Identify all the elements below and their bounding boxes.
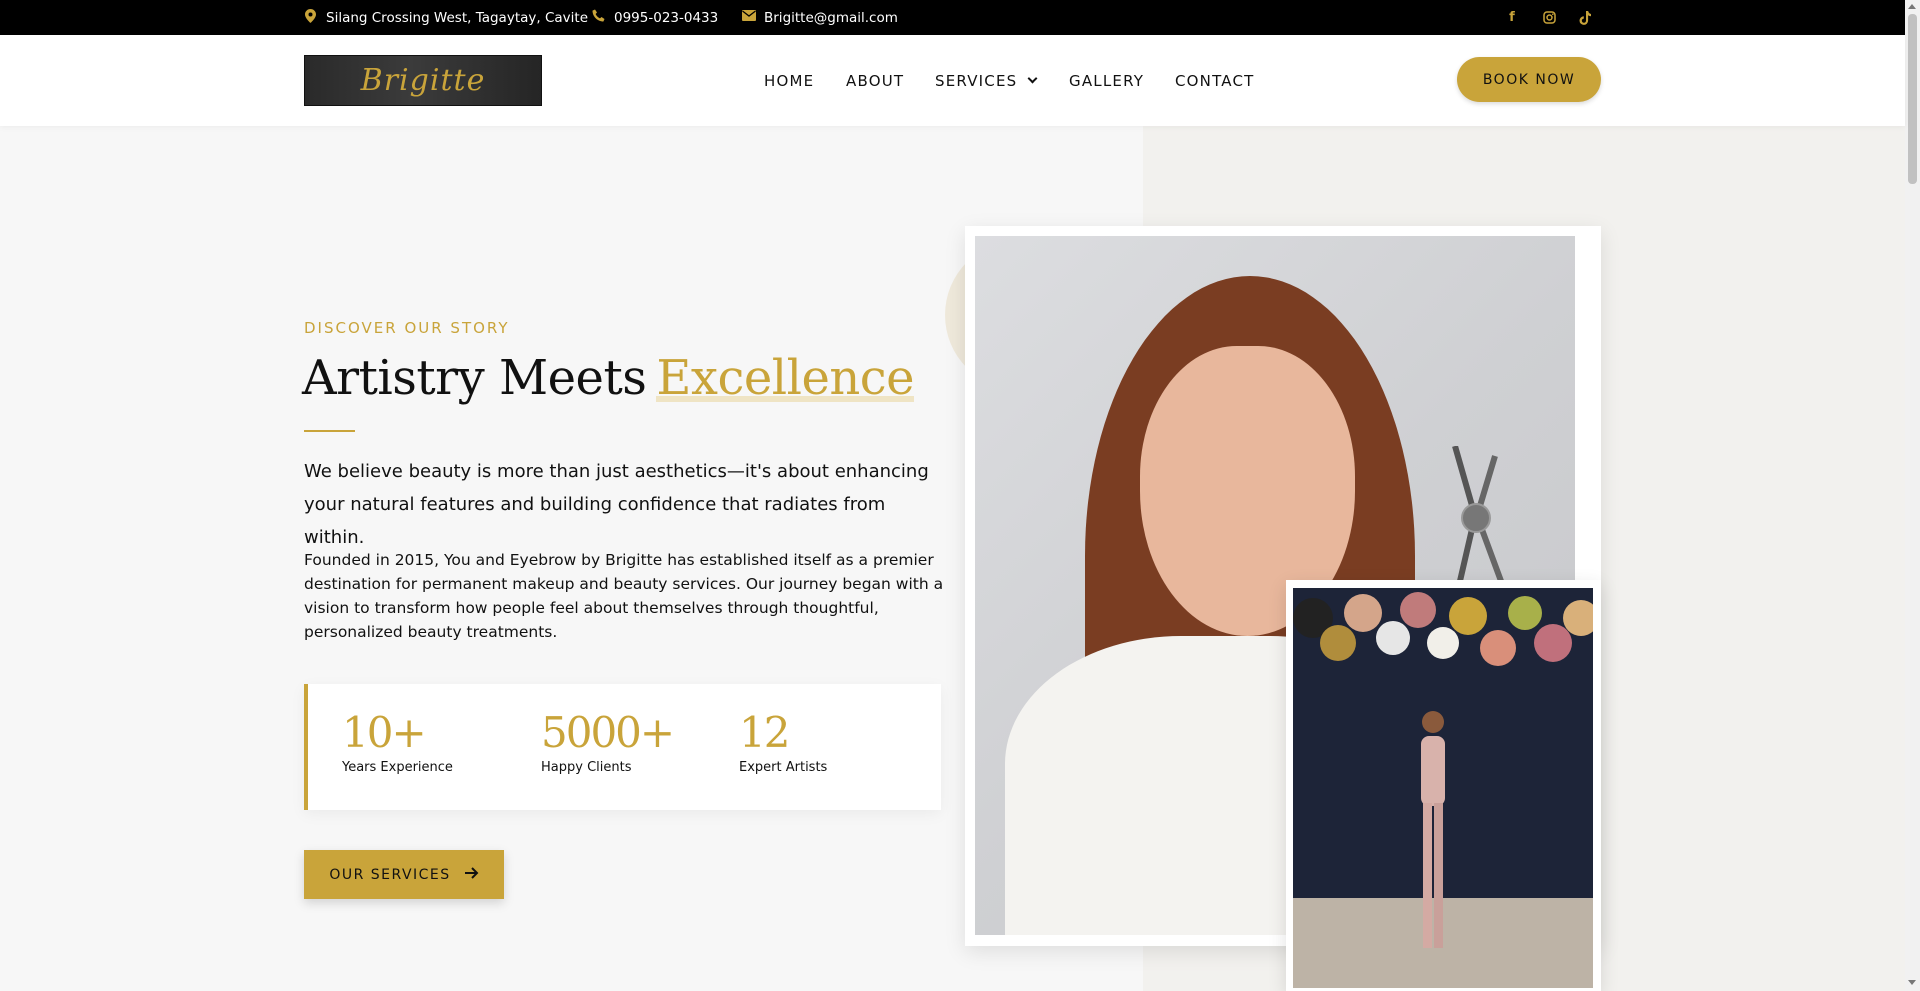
hero-title-highlight: Excellence <box>656 350 915 406</box>
facebook-icon[interactable]: f <box>1502 0 1522 35</box>
map-pin-icon <box>304 8 316 27</box>
book-now-button[interactable]: BOOK NOW <box>1457 57 1601 102</box>
balloons-graphic <box>1293 592 1593 666</box>
phone-info[interactable]: 0995-023-0433 <box>592 0 718 35</box>
hero-lead: We believe beauty is more than just aest… <box>304 461 929 548</box>
page-scrollbar[interactable] <box>1905 0 1920 991</box>
event-photo-frame <box>1286 580 1601 991</box>
envelope-icon <box>742 10 756 25</box>
hero-title: Artistry Meets Excellence <box>302 350 915 406</box>
stat-artists: 12 Expert Artists <box>739 708 828 776</box>
tiktok-icon[interactable] <box>1575 0 1595 35</box>
email-text[interactable]: Brigitte@gmail.com <box>764 10 898 26</box>
hero-title-main: Artistry Meets <box>302 350 647 406</box>
stats-card: 10+ Years Experience 5000+ Happy Clients… <box>304 684 941 810</box>
instagram-icon[interactable] <box>1539 0 1559 35</box>
arrow-right-icon <box>464 866 479 883</box>
person-figure <box>1421 711 1445 948</box>
hero-kicker: DISCOVER OUR STORY <box>304 319 510 337</box>
nav-home[interactable]: HOME <box>764 35 814 126</box>
stat-label: Expert Artists <box>739 760 828 775</box>
title-divider <box>304 430 355 432</box>
stat-label: Years Experience <box>342 760 453 775</box>
nav-contact[interactable]: CONTACT <box>1175 35 1255 126</box>
scrollbar-thumb[interactable] <box>1908 14 1917 184</box>
scroll-down-icon[interactable] <box>1908 980 1916 985</box>
address-info: Silang Crossing West, Tagaytay, Cavite <box>304 0 588 35</box>
stat-label: Happy Clients <box>541 760 632 775</box>
stat-number: 5000+ <box>541 708 675 757</box>
nav-services[interactable]: SERVICES <box>935 35 1038 126</box>
phone-text[interactable]: 0995-023-0433 <box>614 10 718 26</box>
hero-body: Founded in 2015, You and Eyebrow by Brig… <box>304 551 944 641</box>
address-text: Silang Crossing West, Tagaytay, Cavite <box>326 9 588 26</box>
email-info[interactable]: Brigitte@gmail.com <box>742 0 898 35</box>
scroll-up-icon[interactable] <box>1908 4 1916 9</box>
stat-years: 10+ Years Experience <box>342 708 453 776</box>
nav-about[interactable]: ABOUT <box>846 35 904 126</box>
our-services-button[interactable]: OUR SERVICES <box>304 850 504 899</box>
site-header: Brigitte HOME ABOUT SERVICES GALLERY CON… <box>0 35 1905 126</box>
our-services-label: OUR SERVICES <box>329 866 451 883</box>
nav-gallery[interactable]: GALLERY <box>1069 35 1144 126</box>
chevron-down-icon <box>1027 73 1038 84</box>
top-info-bar: Silang Crossing West, Tagaytay, Cavite 0… <box>0 0 1905 35</box>
stat-number: 12 <box>739 708 790 757</box>
phone-icon <box>592 9 605 26</box>
logo-text: Brigitte <box>360 63 486 98</box>
brand-logo[interactable]: Brigitte <box>304 55 542 106</box>
stat-clients: 5000+ Happy Clients <box>541 708 675 776</box>
stat-number: 10+ <box>342 708 427 757</box>
nav-services-label: SERVICES <box>935 71 1018 90</box>
event-photo <box>1293 588 1593 988</box>
